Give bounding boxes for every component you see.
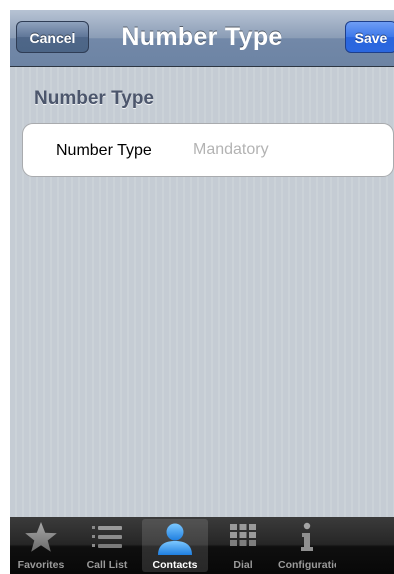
status-bar-area bbox=[0, 0, 394, 10]
number-type-label: Number Type bbox=[56, 142, 152, 159]
app-screen: Cancel Number Type Save Number Type Numb… bbox=[10, 0, 394, 574]
tab-bar: Favorites Call List Contacts Dial Config… bbox=[10, 517, 394, 574]
star-icon bbox=[10, 521, 72, 553]
page-title: Number Type bbox=[121, 23, 283, 51]
number-type-cell[interactable]: Number Type bbox=[22, 123, 394, 177]
tab-dial[interactable]: Dial bbox=[210, 517, 276, 574]
save-button[interactable]: Save bbox=[345, 21, 394, 53]
person-icon bbox=[142, 523, 208, 555]
tab-label: Dial bbox=[233, 559, 253, 571]
keypad-icon bbox=[210, 521, 276, 553]
tab-configuration[interactable]: Configuratio bbox=[278, 517, 336, 574]
tab-label: Favorites bbox=[17, 559, 65, 571]
list-icon bbox=[74, 521, 140, 553]
tab-label: Call List bbox=[86, 559, 128, 571]
tab-label: Configuratio bbox=[278, 559, 336, 571]
tab-favorites[interactable]: Favorites bbox=[10, 517, 72, 574]
tab-contacts[interactable]: Contacts bbox=[142, 519, 208, 572]
tab-call-list[interactable]: Call List bbox=[74, 517, 140, 574]
navigation-bar: Cancel Number Type Save bbox=[10, 10, 394, 67]
tab-label: Contacts bbox=[152, 559, 198, 571]
number-type-input[interactable] bbox=[193, 138, 383, 162]
section-header: Number Type bbox=[34, 88, 155, 109]
info-icon bbox=[278, 521, 336, 553]
